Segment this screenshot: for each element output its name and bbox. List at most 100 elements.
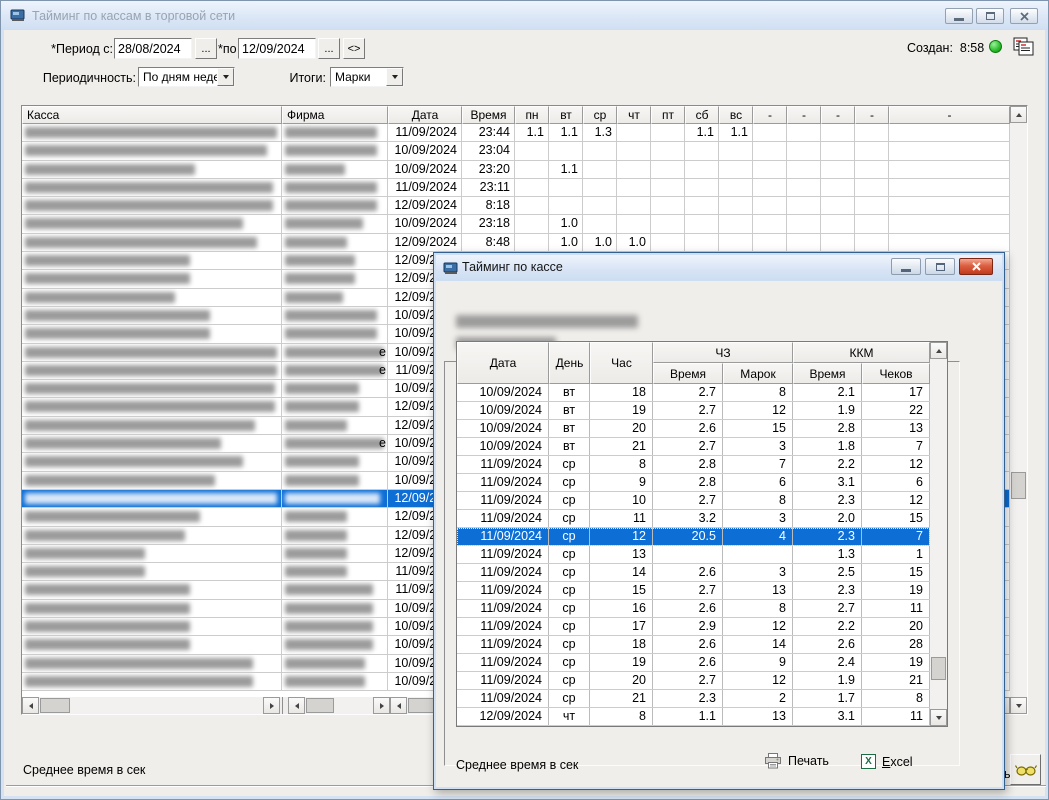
column-group-kkm[interactable]: ККМ [793,342,930,363]
table-row[interactable]: 11/09/2024ср131.31 [457,546,930,564]
scroll-up-button[interactable] [1010,106,1027,123]
maximize-button[interactable] [925,258,955,275]
column-header-time[interactable]: Время [462,106,515,124]
table-row[interactable]: 11/09/2024ср202.7121.921 [457,672,930,690]
table-row[interactable]: 12/09/20248:18 [22,197,1010,215]
period-from-browse-button[interactable]: ... [195,38,217,59]
column-header-date[interactable]: Дата [388,106,462,124]
table-row[interactable]: 10/09/202423:04 [22,142,1010,160]
table-row[interactable]: 10/09/2024вт192.7121.922 [457,402,930,420]
column-header-dash[interactable]: - [753,106,787,124]
vertical-scrollbar[interactable] [930,342,947,726]
column-header-tue[interactable]: вт [549,106,583,124]
column-header-day[interactable]: День [549,342,590,384]
pane-splitter[interactable] [282,697,283,714]
cell: 11/09/2024 [457,582,549,599]
firma-blurred-text [285,255,355,266]
cell [787,197,821,214]
cell: 12 [723,402,793,419]
scroll-thumb[interactable] [931,657,946,680]
column-header-dash[interactable]: - [787,106,821,124]
table-row[interactable]: 11/09/2024ср172.9122.220 [457,618,930,636]
table-row[interactable]: 11/09/2024ср1220.542.37 [457,528,930,546]
table-row[interactable]: 11/09/2024ср192.692.419 [457,654,930,672]
minimize-button[interactable] [891,258,921,275]
table-row[interactable]: 11/09/2024ср142.632.515 [457,564,930,582]
table-row[interactable]: 12/09/20248:481.01.01.0 [22,234,1010,252]
cell: 8 [723,492,793,509]
column-header-kkm-time[interactable]: Время [793,363,862,384]
column-header-dash[interactable]: - [821,106,855,124]
table-row[interactable]: 10/09/2024вт212.731.87 [457,438,930,456]
column-group-chz[interactable]: ЧЗ [653,342,793,363]
table-row[interactable]: 11/09/202423:441.11.11.31.11.1 [22,124,1010,142]
kassa-blurred-text [25,493,277,504]
scroll-right-button[interactable] [263,697,280,714]
minimize-button[interactable] [945,8,973,24]
cell [855,234,889,251]
scroll-left-button[interactable] [288,697,305,714]
table-row[interactable]: 11/09/2024ср162.682.711 [457,600,930,618]
column-header-firma[interactable]: Фирма [282,106,388,124]
maximize-button[interactable] [976,8,1004,24]
preview-button[interactable] [1010,754,1041,785]
period-to-input[interactable] [238,38,316,59]
scroll-thumb[interactable] [1011,472,1026,499]
main-titlebar[interactable]: Тайминг по кассам в торговой сети [1,1,1048,30]
table-row[interactable]: 10/09/202423:201.1 [22,161,1010,179]
column-header-dash[interactable]: - [855,106,889,124]
column-header-fri[interactable]: пт [651,106,685,124]
table-row[interactable]: 10/09/202423:181.0 [22,215,1010,233]
scroll-thumb[interactable] [306,698,334,713]
excel-button[interactable]: X Excel [861,754,913,769]
column-header-dash[interactable]: - [889,106,1010,124]
table-row[interactable]: 11/09/2024ср82.872.212 [457,456,930,474]
vertical-scrollbar[interactable] [1010,106,1027,714]
period-swap-button[interactable]: <> [343,38,365,59]
table-row[interactable]: 11/09/2024ср212.321.78 [457,690,930,708]
close-button[interactable] [1010,8,1038,24]
scroll-down-button[interactable] [930,709,947,726]
scroll-right-button[interactable] [373,697,390,714]
cell: 1.0 [549,234,583,251]
table-row[interactable]: 11/09/2024ср92.863.16 [457,474,930,492]
print-button[interactable]: Печать [764,753,829,769]
period-from-input[interactable] [114,38,192,59]
column-header-date[interactable]: Дата [457,342,549,384]
period-to-browse-button[interactable]: ... [318,38,340,59]
table-row[interactable]: 11/09/2024ср113.232.015 [457,510,930,528]
table-row[interactable]: 11/09/2024ср152.7132.319 [457,582,930,600]
column-header-chz-time[interactable]: Время [653,363,723,384]
column-header-hour[interactable]: Час [590,342,653,384]
copy-report-icon[interactable] [1013,37,1034,56]
column-header-sat[interactable]: сб [685,106,719,124]
column-header-kassa[interactable]: Касса [22,106,282,124]
table-row[interactable]: 10/09/2024вт202.6152.813 [457,420,930,438]
cell: 2.8 [793,420,862,437]
chevron-down-icon[interactable] [386,68,403,86]
column-header-sun[interactable]: вс [719,106,753,124]
table-row[interactable]: 11/09/2024ср182.6142.628 [457,636,930,654]
periodicity-select[interactable]: По дням недели [138,67,235,87]
totals-select[interactable]: Марки [330,67,404,87]
cell: 2.7 [653,384,723,401]
column-header-mon[interactable]: пн [515,106,549,124]
cell: 6 [723,474,793,491]
scroll-up-button[interactable] [930,342,947,359]
scroll-thumb[interactable] [40,698,70,713]
column-header-kkm-cheques[interactable]: Чеков [862,363,930,384]
column-header-wed[interactable]: ср [583,106,617,124]
column-header-chz-marks[interactable]: Марок [723,363,793,384]
chevron-down-icon[interactable] [217,68,234,86]
scroll-down-button[interactable] [1010,697,1027,714]
scroll-left-button[interactable] [390,697,407,714]
scroll-left-button[interactable] [22,697,39,714]
cell: 2.7 [653,438,723,455]
table-row[interactable]: 10/09/2024вт182.782.117 [457,384,930,402]
table-row[interactable]: 11/09/2024ср102.782.312 [457,492,930,510]
close-button[interactable] [959,258,993,275]
cell [22,563,282,580]
table-row[interactable]: 12/09/2024чт81.1133.111 [457,708,930,726]
table-row[interactable]: 11/09/202423:11 [22,179,1010,197]
column-header-thu[interactable]: чт [617,106,651,124]
